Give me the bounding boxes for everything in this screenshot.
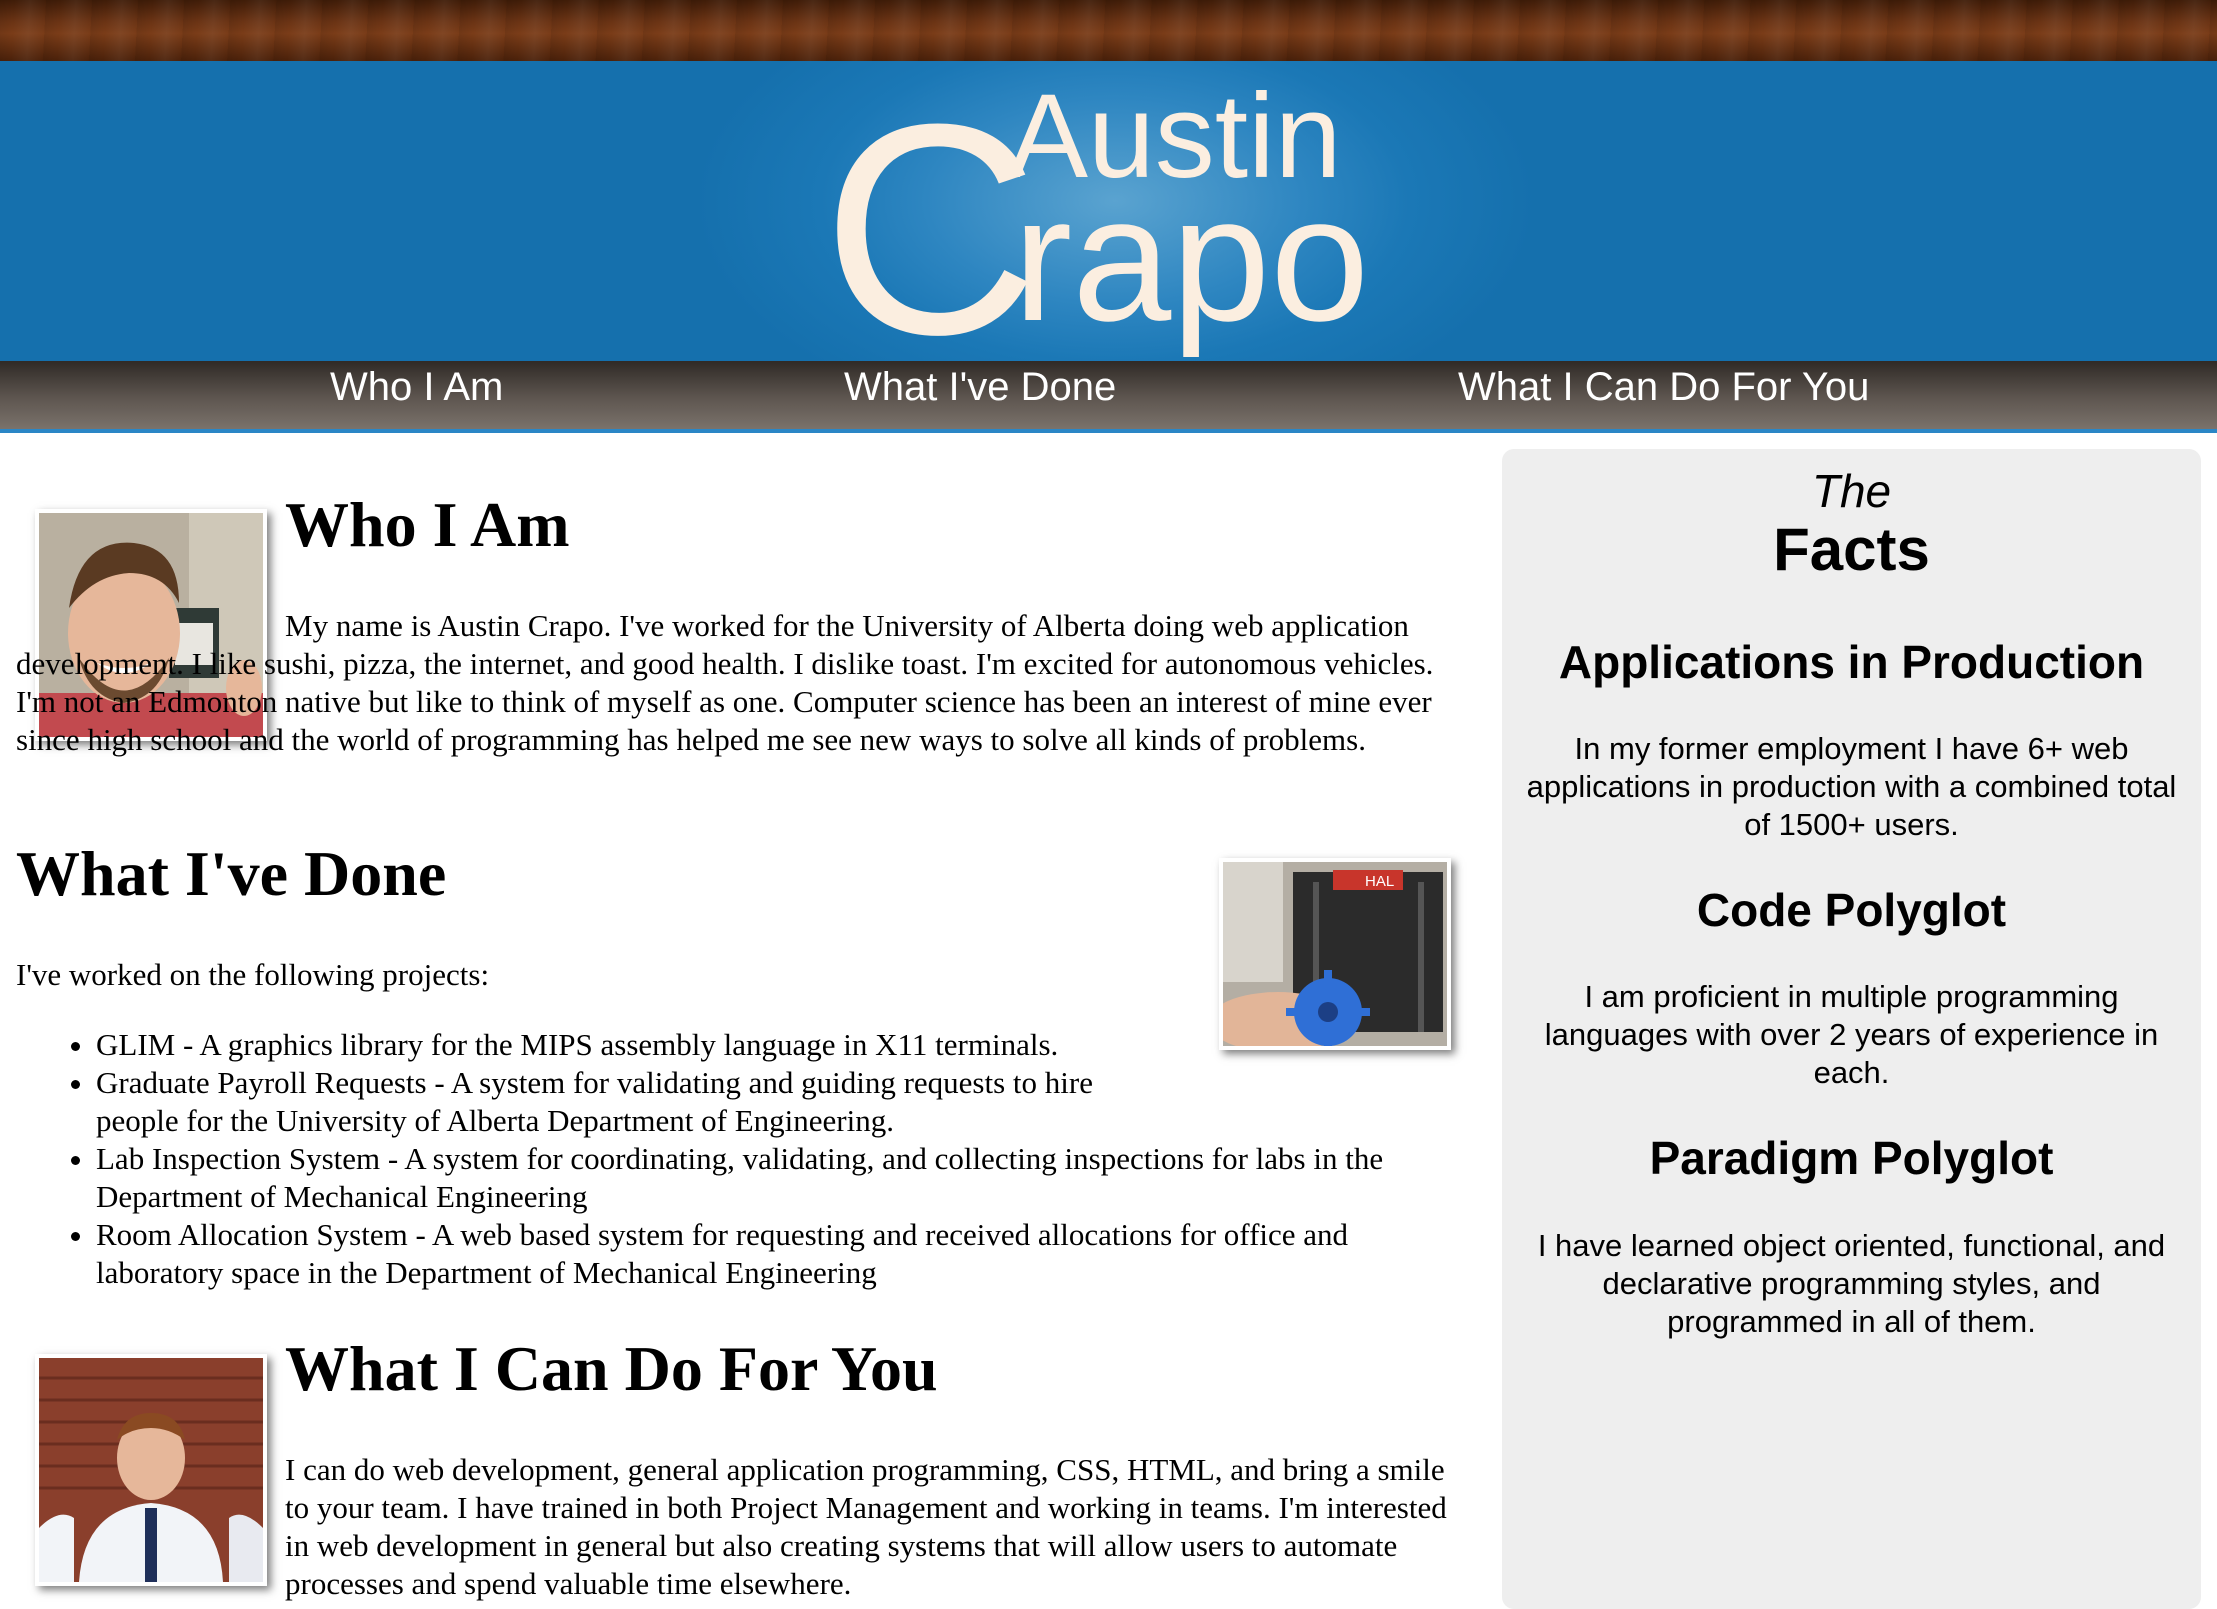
project-item-glim: GLIM - A graphics library for the MIPS a… [96,1026,1146,1064]
fact-body-code-polyglot: I am proficient in multiple programming … [1544,979,2159,1090]
fact-body-paradigm-polyglot: I have learned object oriented, function… [1537,1228,2166,1339]
done-intro: I've worked on the following projects: [16,957,490,992]
facts-sidebar: The Facts Applications in Production In … [1502,449,2201,1609]
project-item-payroll: Graduate Payroll Requests - A system for… [96,1064,1146,1140]
fact-heading-code-polyglot: Code Polyglot [1696,884,2007,936]
facts-the: The [1811,465,1892,517]
team-photo [35,1354,267,1586]
facts-title: Facts [1773,516,1930,583]
project-photo-image: HAL [1208,862,1447,1054]
nav-what-ive-done[interactable]: What I've Done [844,361,1116,429]
hal-sign: HAL [1365,873,1394,890]
fact-body-applications: In my former employment I have 6+ web ap… [1526,731,2177,842]
project-list: GLIM - A graphics library for the MIPS a… [16,1026,1476,1292]
fact-heading-paradigm-polyglot: Paradigm Polyglot [1649,1132,2054,1184]
nav-who-i-am[interactable]: Who I Am [330,361,503,429]
logo-last-name-rest: rapo [1013,159,1370,358]
fact-heading-applications: Applications in Production [1558,636,2145,688]
wood-header-strip [0,0,2217,61]
cando-body: I can do web development, general applic… [285,1452,1447,1601]
logo-initial: C [822,61,1039,397]
header-banner: C Austin rapo [0,61,2217,379]
who-heading: Who I Am [285,489,570,560]
site-logo[interactable]: C Austin rapo [0,61,2217,379]
nav-what-i-can-do[interactable]: What I Can Do For You [1458,361,1869,429]
project-item-lab-inspection: Lab Inspection System - A system for coo… [96,1140,1476,1216]
project-item-room-allocation: Room Allocation System - A web based sys… [96,1216,1476,1292]
team-photo-image [39,1358,263,1582]
main-nav: Who I Am What I've Done What I Can Do Fo… [0,361,2217,433]
done-heading: What I've Done [16,838,447,909]
who-body: My name is Austin Crapo. I've worked for… [16,608,1434,757]
project-photo: HAL [1208,858,1451,1054]
cando-heading: What I Can Do For You [285,1333,938,1404]
